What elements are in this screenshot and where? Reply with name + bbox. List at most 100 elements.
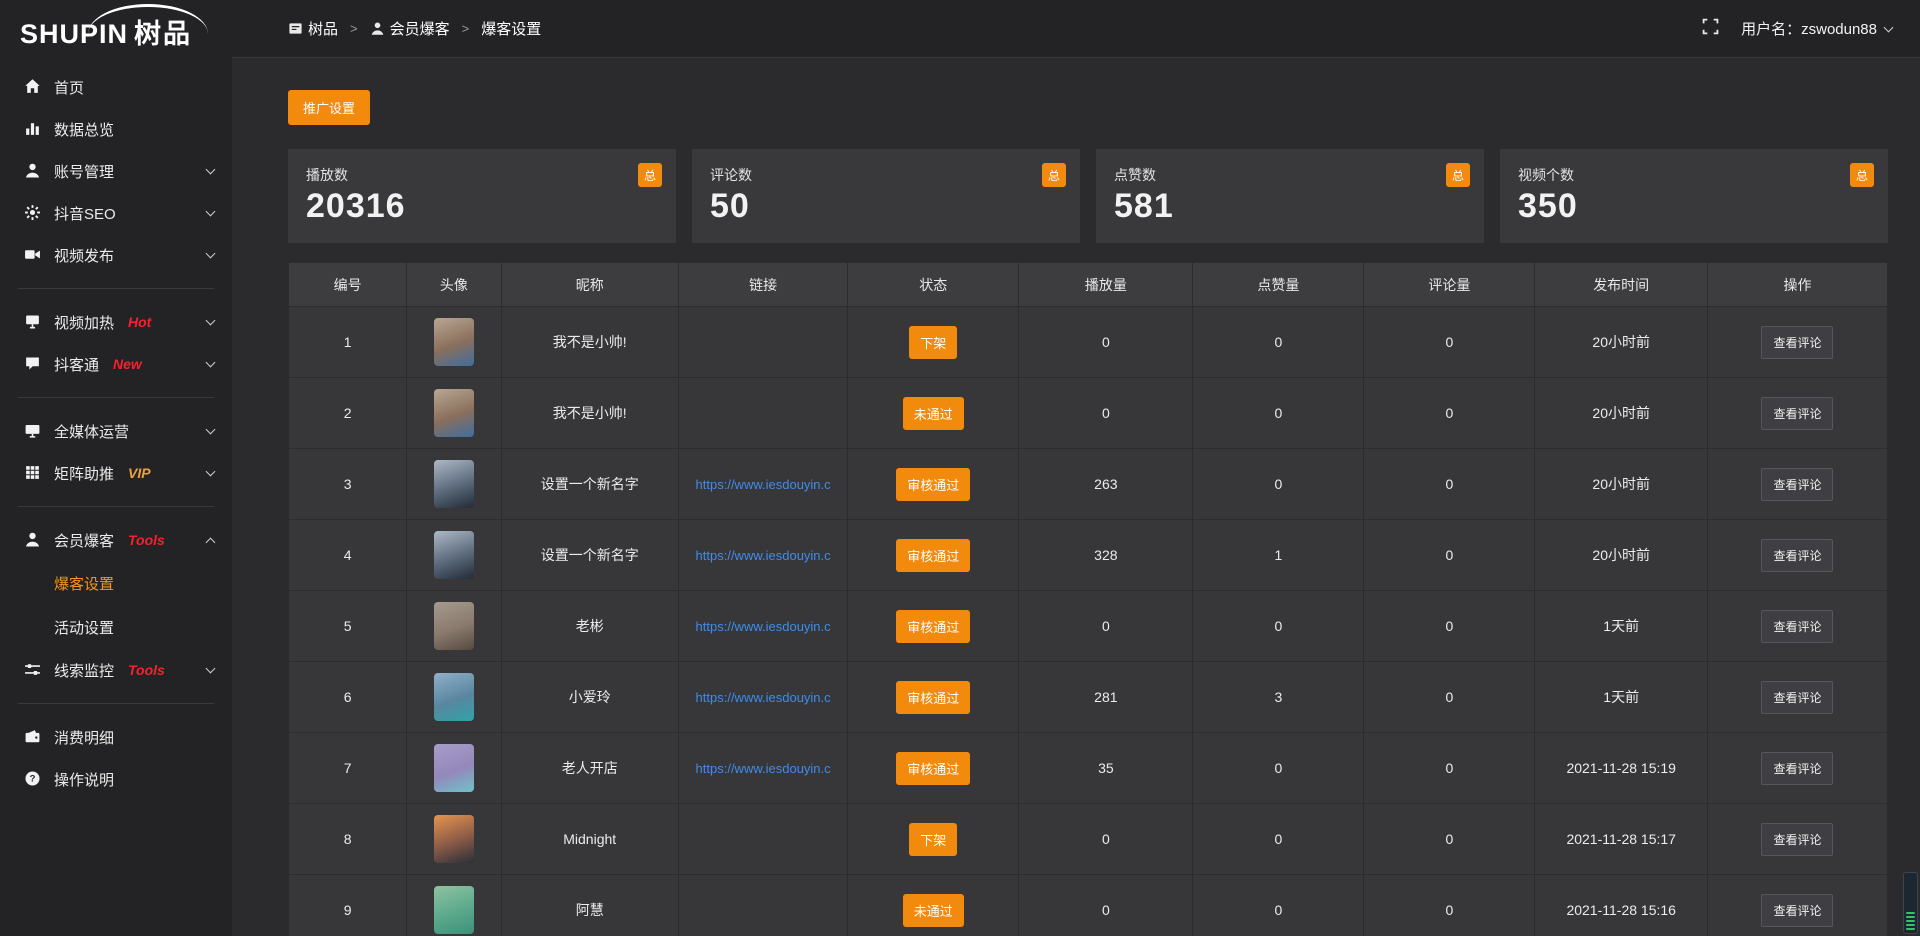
cell-link <box>679 307 848 377</box>
sidebar-item-video-publish[interactable]: 视频发布 <box>0 234 232 276</box>
view-comments-button[interactable]: 查看评论 <box>1761 681 1833 714</box>
sliders-icon <box>24 661 42 679</box>
view-comments-button[interactable]: 查看评论 <box>1761 610 1833 643</box>
stat-value: 350 <box>1518 187 1872 226</box>
user-icon <box>370 21 390 36</box>
sidebar-item-matrix-boost[interactable]: 矩阵助推VIP <box>0 452 232 494</box>
avatar <box>434 318 474 366</box>
status-button[interactable]: 下架 <box>909 326 957 359</box>
view-comments-button[interactable]: 查看评论 <box>1761 326 1833 359</box>
sidebar-item-label: 视频加热 <box>54 312 114 333</box>
wallet-icon <box>24 728 42 746</box>
status-button[interactable]: 审核通过 <box>896 468 970 501</box>
video-link[interactable]: https://www.iesdouyin.c <box>696 548 831 563</box>
cell-link: https://www.iesdouyin.c <box>679 449 848 519</box>
cell-avatar <box>407 591 501 661</box>
breadcrumb-item[interactable]: 树品 <box>288 18 338 39</box>
promo-settings-button[interactable]: 推广设置 <box>288 90 370 125</box>
cell-link <box>679 875 848 936</box>
cell-avatar <box>407 804 501 874</box>
chevron-down-icon <box>206 249 216 259</box>
sidebar-item-consumption-details[interactable]: 消费明细 <box>0 716 232 758</box>
stat-label: 点赞数 <box>1114 165 1468 185</box>
view-comments-button[interactable]: 查看评论 <box>1761 894 1833 927</box>
avatar <box>434 460 474 508</box>
sidebar-item-label: 抖客通 <box>54 354 99 375</box>
cell-actions: 查看评论 <box>1708 307 1887 377</box>
cell-id: 9 <box>289 875 407 936</box>
sidebar-divider <box>18 288 214 289</box>
view-comments-button[interactable]: 查看评论 <box>1761 468 1833 501</box>
status-button[interactable]: 审核通过 <box>896 752 970 785</box>
sidebar-item-media-operation[interactable]: 全媒体运营 <box>0 410 232 452</box>
user-menu[interactable]: 用户名：zswodun88 <box>1741 18 1892 39</box>
sidebar-item-video-heating[interactable]: 视频加热Hot <box>0 301 232 343</box>
status-button[interactable]: 审核通过 <box>896 539 970 572</box>
sidebar-item-clue-monitor[interactable]: 线索监控Tools <box>0 649 232 691</box>
avatar <box>434 602 474 650</box>
cell-actions: 查看评论 <box>1708 662 1887 732</box>
status-button[interactable]: 下架 <box>909 823 957 856</box>
view-comments-button[interactable]: 查看评论 <box>1761 539 1833 572</box>
video-link[interactable]: https://www.iesdouyin.c <box>696 690 831 705</box>
sidebar-item-activity-settings[interactable]: 活动设置 <box>0 605 232 649</box>
cell-nickname: 阿慧 <box>502 875 679 936</box>
chevron-up-icon <box>206 537 216 547</box>
view-comments-button[interactable]: 查看评论 <box>1761 752 1833 785</box>
status-button[interactable]: 未通过 <box>903 894 964 927</box>
cell-comments: 0 <box>1364 875 1535 936</box>
chevron-down-icon <box>206 467 216 477</box>
stat-card: 视频个数350总 <box>1500 149 1888 243</box>
sidebar-item-badge: Tools <box>128 662 165 678</box>
table-row: 5老彬https://www.iesdouyin.c审核通过0001天前查看评论 <box>289 591 1887 662</box>
avatar <box>434 744 474 792</box>
cell-publish-time: 20小时前 <box>1535 307 1708 377</box>
table-row: 4设置一个新名字https://www.iesdouyin.c审核通过32810… <box>289 520 1887 591</box>
floating-widget[interactable] <box>1903 872 1918 934</box>
sidebar-item-member-baoke[interactable]: 会员爆客Tools <box>0 519 232 561</box>
user-icon <box>24 162 42 180</box>
status-button[interactable]: 审核通过 <box>896 681 970 714</box>
video-link[interactable]: https://www.iesdouyin.c <box>696 619 831 634</box>
breadcrumb-item[interactable]: 会员爆客 <box>370 18 450 39</box>
fullscreen-icon[interactable] <box>1702 18 1719 39</box>
sidebar-item-badge: Tools <box>128 532 165 548</box>
bars-icon <box>24 120 42 138</box>
breadcrumb-label: 树品 <box>308 18 338 39</box>
cell-comments: 0 <box>1364 804 1535 874</box>
cell-link <box>679 804 848 874</box>
table-header-cell: 链接 <box>679 263 848 306</box>
cell-likes: 1 <box>1193 520 1364 590</box>
sidebar-item-home[interactable]: 首页 <box>0 66 232 108</box>
cell-actions: 查看评论 <box>1708 520 1887 590</box>
sidebar-item-data-overview[interactable]: 数据总览 <box>0 108 232 150</box>
total-badge: 总 <box>1850 163 1874 187</box>
avatar <box>434 673 474 721</box>
stat-value: 20316 <box>306 187 660 226</box>
video-link[interactable]: https://www.iesdouyin.c <box>696 761 831 776</box>
data-table: 编号头像昵称链接状态播放量点赞量评论量发布时间操作1我不是小帅!下架00020小… <box>288 262 1888 936</box>
cell-likes: 0 <box>1193 307 1364 377</box>
status-button[interactable]: 审核通过 <box>896 610 970 643</box>
content: 推广设置 播放数20316总评论数50总点赞数581总视频个数350总 编号头像… <box>232 58 1920 936</box>
sidebar-item-operation-guide[interactable]: ?操作说明 <box>0 758 232 800</box>
sidebar-item-douyin-seo[interactable]: 抖音SEO <box>0 192 232 234</box>
video-link[interactable]: https://www.iesdouyin.c <box>696 477 831 492</box>
status-button[interactable]: 未通过 <box>903 397 964 430</box>
view-comments-button[interactable]: 查看评论 <box>1761 397 1833 430</box>
breadcrumb-label: 爆客设置 <box>481 18 541 39</box>
topbar: 树品>会员爆客>爆客设置 用户名：zswodun88 <box>232 0 1920 58</box>
cell-nickname: Midnight <box>502 804 679 874</box>
cell-status: 审核通过 <box>848 591 1019 661</box>
video-icon <box>24 246 42 264</box>
view-comments-button[interactable]: 查看评论 <box>1761 823 1833 856</box>
cell-status: 未通过 <box>848 378 1019 448</box>
sidebar: SHUPIN树品 首页数据总览账号管理抖音SEO视频发布视频加热Hot抖客通Ne… <box>0 0 232 936</box>
sidebar-item-baoke-settings[interactable]: 爆客设置 <box>0 561 232 605</box>
sidebar-item-douketong[interactable]: 抖客通New <box>0 343 232 385</box>
sidebar-item-account-management[interactable]: 账号管理 <box>0 150 232 192</box>
table-header-cell: 头像 <box>407 263 501 306</box>
cell-id: 8 <box>289 804 407 874</box>
avatar <box>434 389 474 437</box>
logo-arc-decoration <box>88 4 208 34</box>
